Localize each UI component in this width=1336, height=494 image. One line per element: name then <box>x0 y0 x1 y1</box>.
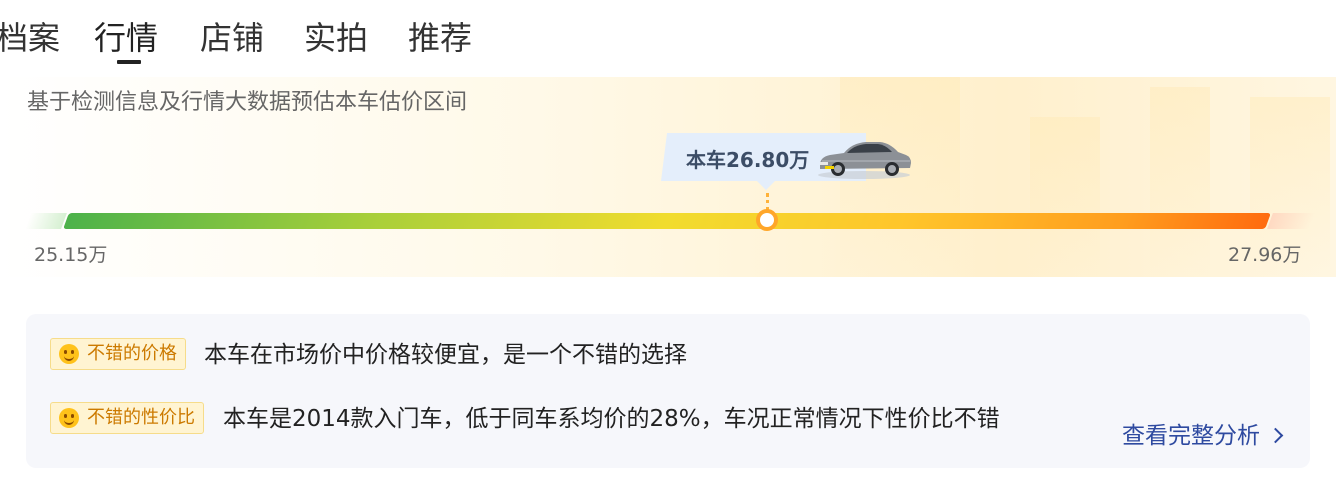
analysis-badge: 不错的价格 <box>50 338 186 370</box>
tab-photos[interactable]: 实拍 <box>304 16 368 60</box>
analysis-badge-label: 不错的价格 <box>87 343 177 364</box>
tab-store[interactable]: 店铺 <box>200 16 264 60</box>
view-full-analysis-label[interactable]: 查看完整分析 <box>1122 423 1260 449</box>
range-max-label: 27.96万 <box>1228 244 1302 266</box>
analysis-badge-label: 不错的性价比 <box>87 407 195 428</box>
analysis-card: 不错的价格 本车在市场价中价格较便宜，是一个不错的选择 不错的性价比 本车是20… <box>26 314 1310 468</box>
current-price-callout: 本车26.80万 <box>661 133 916 190</box>
market-subtitle: 基于检测信息及行情大数据预估本车估价区间 <box>27 90 468 115</box>
tab-recommend[interactable]: 推荐 <box>408 16 472 60</box>
current-price-marker <box>756 209 778 231</box>
price-range-bar <box>63 213 1271 229</box>
smile-icon <box>59 344 79 364</box>
tab-bar: 档案 行情 店铺 实拍 推荐 <box>0 0 1336 70</box>
analysis-badge: 不错的性价比 <box>50 402 204 434</box>
view-full-analysis-link[interactable]: 查看完整分析 <box>1122 416 1284 450</box>
range-bar-right-fade <box>1267 213 1315 229</box>
smile-icon <box>59 408 79 428</box>
range-min-label: 25.15万 <box>34 244 108 266</box>
chevron-right-icon <box>1267 427 1284 444</box>
range-bar-left-fade <box>25 213 67 229</box>
tab-market[interactable]: 行情 <box>94 16 158 60</box>
active-tab-indicator <box>117 60 141 64</box>
current-price-label: 本车26.80万 <box>686 148 810 172</box>
tab-archive[interactable]: 档案 <box>0 16 60 60</box>
car-thumbnail <box>818 142 911 179</box>
analysis-text: 本车是2014款入门车，低于同车系均价的28%，车况正常情况下性价比不错 <box>223 406 1000 432</box>
analysis-text: 本车在市场价中价格较便宜，是一个不错的选择 <box>204 342 687 368</box>
